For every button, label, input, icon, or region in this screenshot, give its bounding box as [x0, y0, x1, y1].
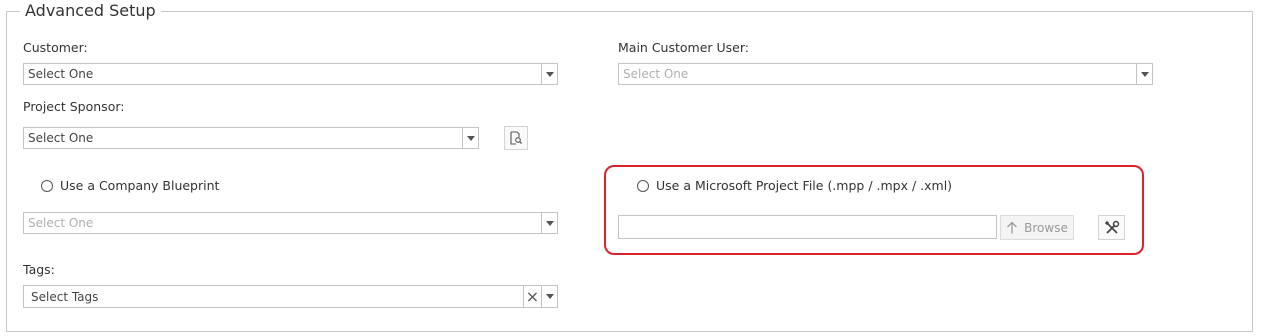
main-customer-user-label: Main Customer User:: [618, 40, 749, 55]
project-sponsor-select-value: Select One: [28, 131, 94, 145]
company-blueprint-label: Use a Company Blueprint: [60, 178, 220, 193]
ms-project-option[interactable]: Use a Microsoft Project File (.mpp / .mp…: [637, 178, 952, 194]
project-sponsor-select[interactable]: Select One: [23, 127, 479, 149]
chevron-down-icon[interactable]: [462, 128, 478, 148]
company-blueprint-option[interactable]: Use a Company Blueprint: [41, 178, 219, 194]
chevron-down-icon[interactable]: [1136, 64, 1152, 84]
company-blueprint-select-value: Select One: [28, 216, 94, 230]
tags-select-value: Select Tags: [31, 289, 99, 304]
customer-select[interactable]: Select One: [23, 63, 558, 85]
customer-select-value: Select One: [28, 67, 94, 81]
search-document-icon: [510, 131, 523, 145]
wrench-screwdriver-icon: [1104, 220, 1119, 234]
company-blueprint-select[interactable]: Select One: [23, 212, 558, 234]
ms-project-tools-button[interactable]: [1098, 215, 1125, 240]
tags-label: Tags:: [23, 262, 55, 277]
main-customer-user-select-value: Select One: [623, 67, 689, 81]
browse-button[interactable]: Browse: [1000, 215, 1074, 240]
ms-project-radio[interactable]: [637, 180, 649, 192]
company-blueprint-radio[interactable]: [41, 180, 53, 192]
chevron-down-icon[interactable]: [541, 286, 557, 307]
chevron-down-icon[interactable]: [541, 64, 557, 84]
project-sponsor-lookup-button[interactable]: [504, 126, 528, 150]
chevron-down-icon[interactable]: [541, 213, 557, 233]
browse-button-label: Browse: [1024, 220, 1068, 235]
section-title: Advanced Setup: [20, 1, 161, 21]
main-customer-user-select[interactable]: Select One: [618, 63, 1153, 85]
project-sponsor-label: Project Sponsor:: [23, 99, 125, 114]
close-icon[interactable]: ×: [523, 286, 541, 307]
ms-project-label: Use a Microsoft Project File (.mpp / .mp…: [656, 178, 953, 193]
customer-label: Customer:: [23, 40, 88, 55]
ms-project-file-input[interactable]: [618, 215, 997, 239]
tags-select[interactable]: Select Tags ×: [23, 285, 558, 308]
arrow-up-icon: [1007, 221, 1018, 234]
